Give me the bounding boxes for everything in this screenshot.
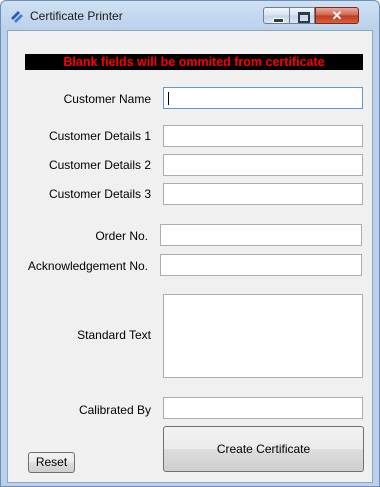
- close-button[interactable]: ✕: [315, 7, 359, 24]
- calibrated-by-input[interactable]: [163, 397, 363, 419]
- customer-details-1-label: Customer Details 1: [48, 129, 151, 143]
- title-bar[interactable]: Certificate Printer ✕: [1, 1, 379, 31]
- order-no-label: Order No.: [95, 229, 148, 243]
- standard-text-area[interactable]: [163, 294, 363, 378]
- customer-details-2-label: Customer Details 2: [48, 158, 151, 172]
- order-no-input[interactable]: [160, 224, 362, 246]
- diamond-app-icon: [11, 11, 23, 23]
- maximize-button[interactable]: [289, 7, 315, 24]
- acknowledgement-no-input[interactable]: [160, 254, 362, 276]
- window-title: Certificate Printer: [30, 9, 123, 23]
- customer-details-3-label: Customer Details 3: [48, 187, 151, 201]
- customer-details-1-input[interactable]: [163, 125, 363, 147]
- acknowledgement-no-label: Acknowledgement No.: [27, 259, 148, 273]
- customer-name-input[interactable]: [163, 87, 363, 109]
- maximize-icon: [298, 12, 310, 23]
- minimize-icon: [273, 18, 284, 23]
- reset-button[interactable]: Reset: [28, 452, 75, 473]
- customer-name-label: Customer Name: [63, 92, 151, 106]
- customer-details-3-input[interactable]: [163, 183, 363, 205]
- warning-banner: Blank fields will be ommited from certif…: [25, 54, 363, 70]
- minimize-button[interactable]: [263, 7, 290, 24]
- customer-details-2-input[interactable]: [163, 154, 363, 176]
- create-certificate-button[interactable]: Create Certificate: [163, 426, 364, 472]
- text-caret: [168, 92, 169, 105]
- standard-text-label: Standard Text: [77, 328, 151, 342]
- calibrated-by-label: Calibrated By: [78, 403, 151, 417]
- close-icon: ✕: [331, 8, 343, 23]
